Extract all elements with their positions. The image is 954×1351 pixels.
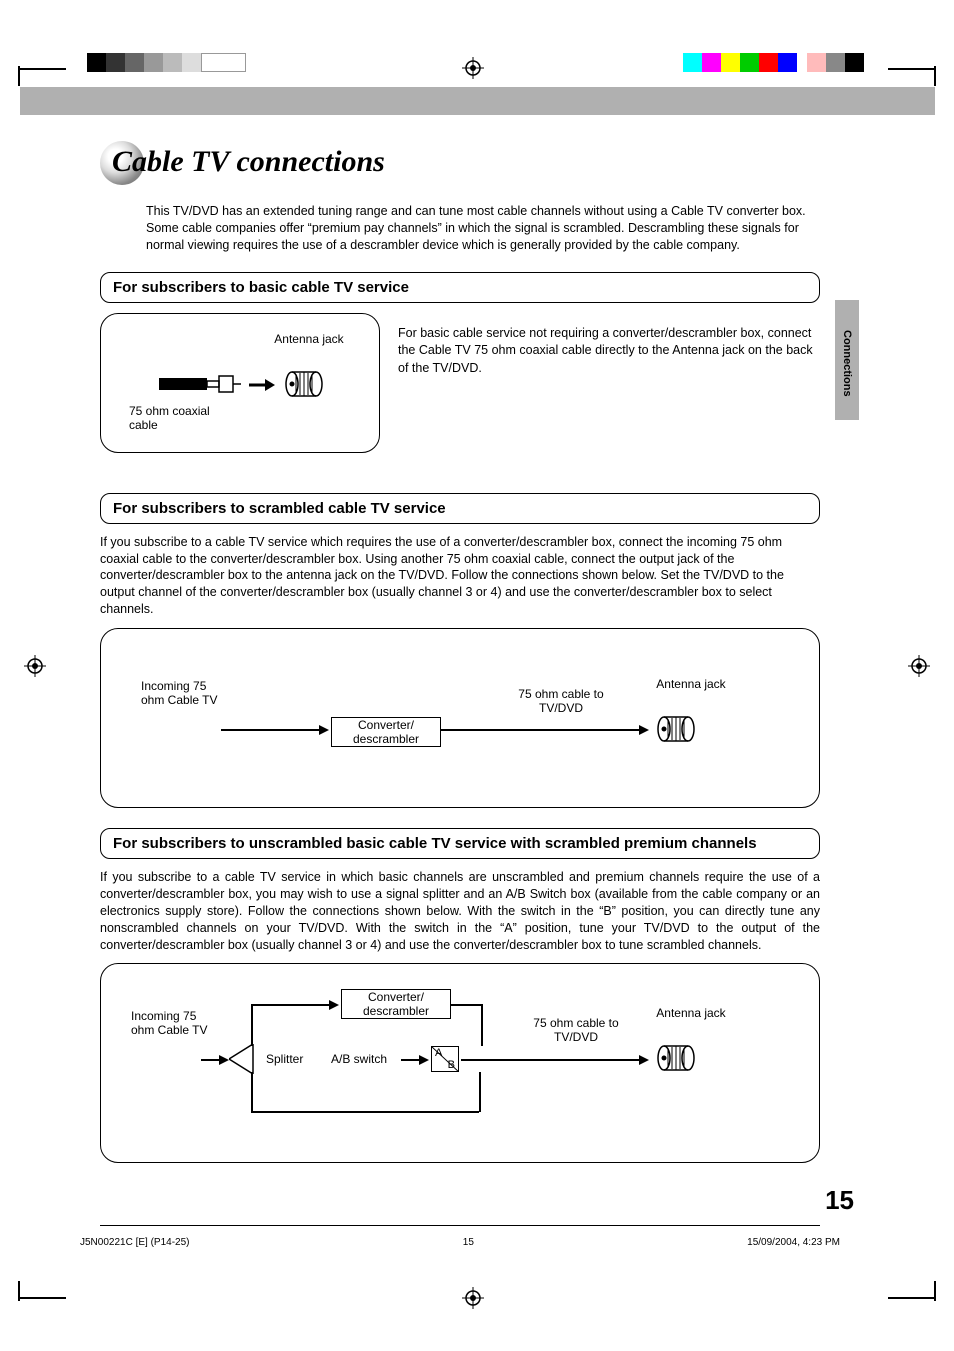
crop-mark [888,40,936,70]
antenna-label: Antenna jack [651,677,731,691]
page-content: Cable TV connections This TV/DVD has an … [100,145,820,1183]
header-bar [20,87,935,115]
figure-scrambled-connection: Incoming 75 ohm Cable TV Converter/ desc… [100,628,820,808]
ab-switch-label: A/B switch [331,1052,387,1066]
section-heading-premium: For subscribers to unscrambled basic cab… [100,828,820,859]
footer: J5N00221C [E] (P14-25) 15 15/09/2004, 4:… [80,1237,840,1248]
section-tab-label: Connections [841,330,853,397]
ab-b-label: B [448,1059,455,1071]
footer-page: 15 [463,1237,474,1248]
crop-mark [18,40,66,70]
page-title: Cable TV connections [112,145,385,179]
splitter-icon [229,1044,257,1074]
antenna-jack-icon [656,715,696,743]
grayscale-swatches [87,53,246,72]
crop-mark [934,1281,936,1301]
crop-mark [18,66,20,86]
converter-box: Converter/ descrambler [331,717,441,747]
converter-label: Converter/ descrambler [332,718,440,746]
page-number: 15 [825,1185,854,1216]
top-printer-marks [0,30,954,75]
registration-mark-icon [908,655,930,677]
converter-label: Converter/ descrambler [342,990,450,1018]
antenna-jack-icon [656,1044,696,1072]
footer-rule [100,1225,820,1226]
figure-basic-connection: Antenna jack [100,313,380,453]
intro-paragraph: This TV/DVD has an extended tuning range… [146,203,820,254]
bottom-printer-marks [0,1285,954,1325]
crop-mark [18,1281,20,1301]
premium-body-text: If you subscribe to a cable TV service i… [100,869,820,953]
registration-mark-icon [462,57,484,79]
incoming-label: Incoming 75 ohm Cable TV [141,679,221,707]
to-tv-label: 75 ohm cable to TV/DVD [501,687,621,715]
registration-mark-icon [462,1287,484,1309]
registration-mark-icon [24,655,46,677]
converter-box: Converter/ descrambler [341,989,451,1019]
antenna-label: Antenna jack [651,1006,731,1020]
crop-mark [934,66,936,86]
basic-body-text: For basic cable service not requiring a … [398,313,820,473]
footer-doc-id: J5N00221C [E] (P14-25) [80,1237,190,1248]
figure-premium-connection: Incoming 75 ohm Cable TV Splitter Conver… [100,963,820,1163]
section-heading-scrambled: For subscribers to scrambled cable TV se… [100,493,820,524]
ab-a-label: A [435,1047,442,1059]
incoming-label: Incoming 75 ohm Cable TV [131,1009,211,1037]
crop-mark [888,1297,936,1325]
color-swatches [683,53,864,72]
section-heading-basic: For subscribers to basic cable TV servic… [100,272,820,303]
coax-label: 75 ohm coaxial cable [129,404,229,432]
scrambled-body-text: If you subscribe to a cable TV service w… [100,534,820,618]
to-tv-label: 75 ohm cable to TV/DVD [521,1016,631,1044]
antenna-jack-label: Antenna jack [269,332,349,346]
ab-switch-box: A B [431,1046,459,1072]
arrow-icon [249,378,275,392]
crop-mark [18,1297,66,1325]
coax-plug-icon [159,374,259,396]
antenna-jack-icon [284,370,324,398]
footer-timestamp: 15/09/2004, 4:23 PM [747,1237,840,1248]
splitter-label: Splitter [266,1052,303,1066]
